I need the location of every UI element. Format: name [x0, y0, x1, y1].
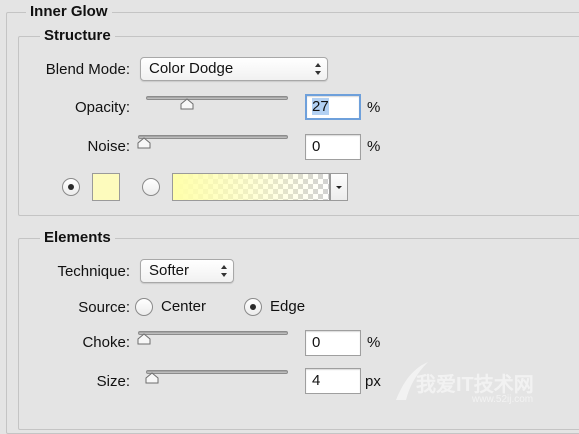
- panel-title: Inner Glow: [26, 3, 112, 21]
- noise-slider-thumb[interactable]: [137, 137, 151, 149]
- radio-selected-dot: [250, 304, 256, 310]
- technique-value: Softer: [149, 262, 190, 279]
- size-slider-thumb[interactable]: [145, 372, 159, 384]
- opacity-label: Opacity:: [74, 99, 130, 116]
- blend-mode-label: Blend Mode:: [45, 61, 130, 78]
- source-center-radio[interactable]: [135, 298, 153, 316]
- choke-unit: %: [367, 334, 381, 351]
- source-label: Source:: [78, 299, 130, 316]
- noise-slider-track[interactable]: [138, 135, 288, 139]
- size-unit: px: [365, 373, 381, 390]
- opacity-slider-track[interactable]: [146, 96, 288, 100]
- opacity-input[interactable]: 27: [305, 94, 361, 120]
- gradient-radio[interactable]: [142, 178, 160, 196]
- noise-label: Noise:: [87, 138, 130, 155]
- choke-slider-thumb[interactable]: [137, 333, 151, 345]
- chevron-down-icon: [336, 186, 342, 189]
- source-center-label[interactable]: Center: [161, 297, 206, 317]
- select-arrows-icon: [221, 265, 227, 277]
- blend-mode-select[interactable]: Color Dodge: [140, 57, 328, 81]
- size-slider-track[interactable]: [146, 370, 288, 374]
- solid-color-radio[interactable]: [62, 178, 80, 196]
- size-input[interactable]: 4: [305, 368, 361, 394]
- radio-selected-dot: [68, 184, 74, 190]
- opacity-unit: %: [367, 99, 381, 116]
- elements-title: Elements: [40, 229, 115, 247]
- technique-label: Technique:: [57, 263, 130, 280]
- noise-unit: %: [367, 138, 381, 155]
- source-edge-label[interactable]: Edge: [270, 297, 305, 317]
- choke-label: Choke:: [82, 334, 130, 351]
- opacity-slider-thumb[interactable]: [180, 98, 194, 110]
- technique-select[interactable]: Softer: [140, 259, 234, 283]
- blend-mode-value: Color Dodge: [149, 60, 234, 77]
- select-arrows-icon: [315, 63, 321, 75]
- watermark-url: www.52ij.com: [472, 394, 534, 405]
- gradient-picker[interactable]: [172, 173, 330, 201]
- source-edge-radio[interactable]: [244, 298, 262, 316]
- watermark-text: 我爱IT技术网: [416, 374, 534, 396]
- choke-input[interactable]: 0: [305, 330, 361, 356]
- structure-title: Structure: [40, 27, 115, 45]
- noise-input[interactable]: 0: [305, 134, 361, 160]
- opacity-value: 27: [312, 98, 329, 115]
- choke-slider-track[interactable]: [138, 331, 288, 335]
- size-label: Size:: [96, 373, 130, 390]
- glow-color-swatch[interactable]: [92, 173, 120, 201]
- gradient-dropdown-button[interactable]: [330, 173, 348, 201]
